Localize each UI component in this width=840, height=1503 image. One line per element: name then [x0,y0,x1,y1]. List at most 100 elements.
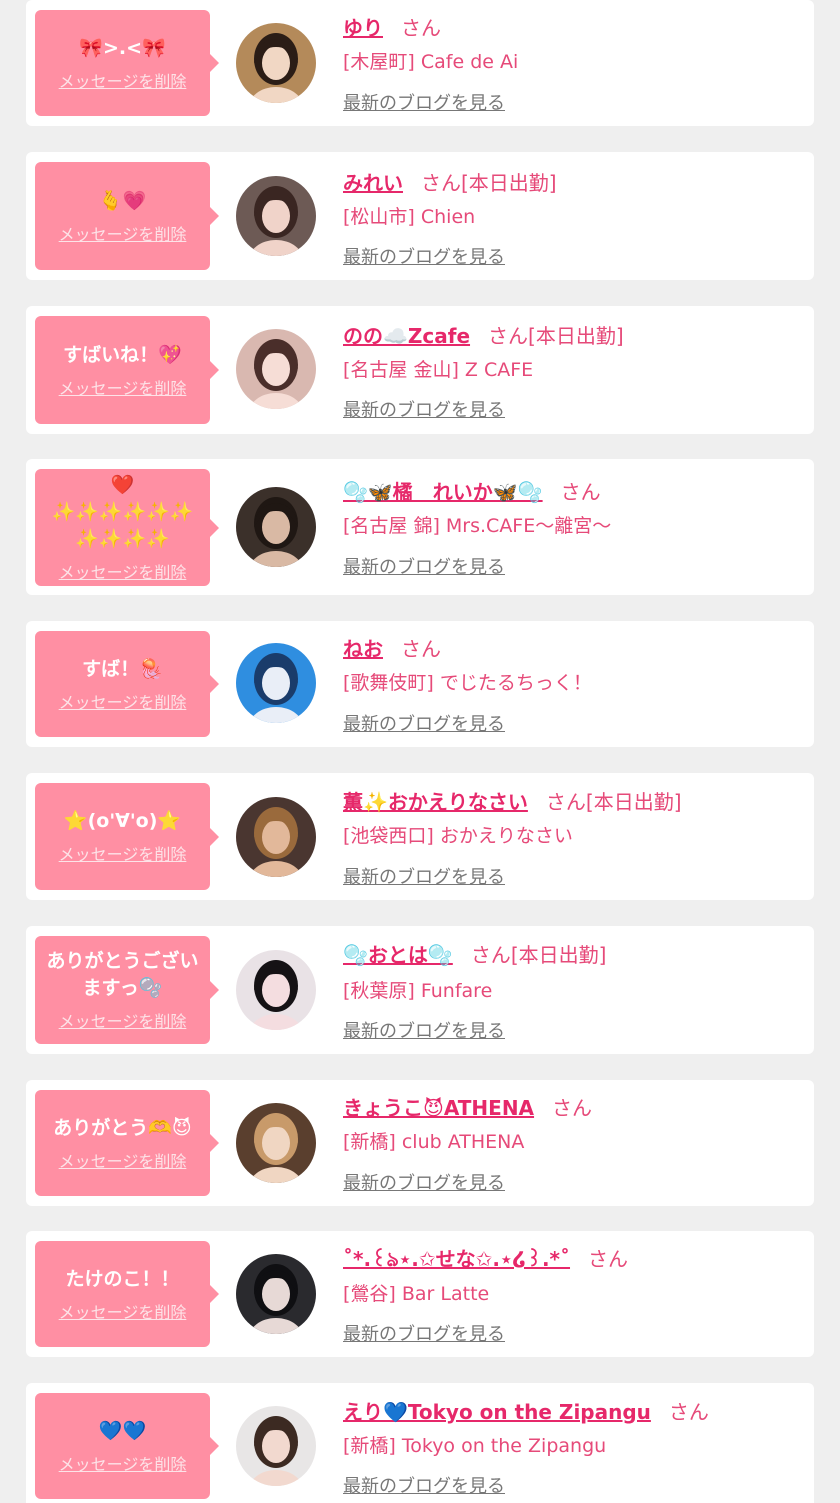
message-list: 🎀>.<🎀 メッセージを削除 ゆりさん [木屋町] Cafe de Ai 最新のブログを… [0,0,840,1503]
delete-message-link[interactable]: メッセージを削除 [59,689,187,713]
cast-name-line: 🫧🦋橘 れいか🦋🫧 さん [343,476,601,505]
shop-label: [木屋町] Cafe de Ai [343,51,519,73]
latest-blog-link[interactable]: 最新のブログを見る [343,1169,505,1195]
message-bubble: ❤️ ✨✨✨✨✨✨ ✨✨✨✨ メッセージを削除 [35,469,219,586]
honorific-label: さん [421,171,461,195]
cast-name-line: みれい さん[本日出勤] [343,167,557,196]
latest-blog-link[interactable]: 最新のブログを見る [343,710,505,736]
honorific-label: さん [401,637,441,661]
latest-blog-link[interactable]: 最新のブログを見る [343,863,505,889]
delete-message-link[interactable]: メッセージを削除 [59,68,187,92]
message-card: ⭐(o'∀'o)⭐ メッセージを削除 薫✨おかえりなさい さん[本日出勤] [池袋西口]… [26,773,814,900]
latest-blog-link[interactable]: 最新のブログを見る [343,89,505,115]
delete-message-link[interactable]: メッセージを削除 [59,1299,187,1323]
working-today-badge: [本日出勤] [461,171,557,195]
latest-blog-link[interactable]: 最新のブログを見る [343,1320,505,1346]
girl-photo-avatar[interactable] [236,329,316,409]
message-text: 🫰💗 [98,189,147,212]
delete-message-link[interactable]: メッセージを削除 [59,375,187,399]
latest-blog-link[interactable]: 最新のブログを見る [343,553,505,579]
message-bubble: ありがとうござい ますっ🫧 メッセージを削除 [35,936,219,1044]
shop-label: [名古屋 金山] Z CAFE [343,359,534,381]
honorific-label: さん [552,1096,593,1120]
message-text: ありがとうござい ますっ🫧 [46,950,199,999]
cast-name-link[interactable]: 🫧🦋橘 れいか🦋🫧 [343,480,543,504]
avatar-image [236,176,316,256]
honorific-label: さん [470,943,511,967]
cast-name-link[interactable]: のの☁️Zcafe [343,324,470,348]
working-today-badge: [本日出勤] [510,943,607,967]
shop-label: [歌舞伎町] でじたるちっく！ [343,672,592,694]
shop-label: [池袋西口] おかえりなさい [343,825,573,847]
message-bubble: ありがとう🫶😈 メッセージを削除 [35,1090,219,1196]
avatar-image [236,950,316,1030]
cast-name-line: きょうこ😈ATHENA さん [343,1092,592,1121]
delete-message-link[interactable]: メッセージを削除 [59,1008,187,1032]
cast-name-link[interactable]: 薫✨おかえりなさい [343,790,528,814]
avatar-image [236,23,316,103]
shop-label: [松山市] Chien [343,206,476,228]
latest-blog-link[interactable]: 最新のブログを見る [343,1017,505,1043]
delete-message-link[interactable]: メッセージを削除 [59,559,187,583]
message-card: 🎀>.<🎀 メッセージを削除 ゆり さん [木屋町] Cafe de Ai 最新のブログを… [26,0,814,126]
shop-label: [秋葉原] Funfare [343,980,493,1002]
honorific-label: さん [488,324,529,348]
delete-message-link[interactable]: メッセージを削除 [59,221,187,245]
girl-photo-avatar[interactable] [236,950,316,1030]
message-bubble: すば！🪼 メッセージを削除 [35,631,219,737]
cast-name-line: 薫✨おかえりなさい さん[本日出勤] [343,786,682,815]
message-text: ありがとう🫶😈 [53,1116,192,1139]
honorific-label: さん [668,1400,709,1424]
girl-photo-avatar[interactable] [236,1406,316,1486]
cast-name-link[interactable]: ˚*.꒰ঌ⋆.✩せな✩.⋆໒꒱.*˚ [343,1247,570,1271]
cast-name-line: えり💙Tokyo on the Zipangu さん [343,1396,709,1425]
cast-name-link[interactable]: きょうこ😈ATHENA [343,1096,534,1120]
message-card: たけのこ！！ メッセージを削除 ˚*.꒰ঌ⋆.✩せな✩.⋆໒꒱.*˚ さん [鶯谷] B… [26,1231,814,1357]
girl-photo-avatar[interactable] [236,1103,316,1183]
honorific-label: さん [588,1247,629,1271]
avatar-image [236,643,316,723]
cast-name-link[interactable]: ねお [343,637,383,661]
message-bubble: すばいね！💖 メッセージを削除 [35,316,219,424]
cast-name-link[interactable]: えり💙Tokyo on the Zipangu [343,1400,651,1424]
message-text: 💙💙 [98,1419,147,1442]
delete-message-link[interactable]: メッセージを削除 [59,841,187,865]
cast-name-link[interactable]: ゆり [343,16,383,40]
cast-name-link[interactable]: みれい [343,171,403,195]
message-card: 💙💙 メッセージを削除 えり💙Tokyo on the Zipangu さん [新橋] … [26,1383,814,1503]
message-bubble: ⭐(o'∀'o)⭐ メッセージを削除 [35,783,219,890]
message-text: たけのこ！！ [65,1267,180,1290]
latest-blog-link[interactable]: 最新のブログを見る [343,243,505,269]
message-bubble: 🎀>.<🎀 メッセージを削除 [35,10,219,116]
honorific-label: さん [560,480,601,504]
avatar-image [236,487,316,567]
girl-photo-avatar[interactable] [236,643,316,723]
avatar-image [236,1103,316,1183]
girl-photo-avatar[interactable] [236,176,316,256]
avatar-image [236,1254,316,1334]
message-text: すばいね！💖 [63,343,182,366]
avatar-image [236,329,316,409]
message-bubble: 🫰💗 メッセージを削除 [35,162,219,270]
cast-name-line: ねお さん [343,633,441,662]
delete-message-link[interactable]: メッセージを削除 [59,1148,187,1172]
shop-label: [新橋] Tokyo on the Zipangu [343,1435,607,1457]
shop-label: [鶯谷] Bar Latte [343,1283,490,1305]
cast-name-link[interactable]: 🫧おとは🫧 [343,943,453,967]
message-card: ありがとうござい ますっ🫧 メッセージを削除 🫧おとは🫧 さん[本日出勤] [秋葉原] F… [26,926,814,1054]
girl-photo-avatar[interactable] [236,23,316,103]
girl-photo-avatar[interactable] [236,487,316,567]
girl-photo-avatar[interactable] [236,797,316,877]
avatar-image [236,797,316,877]
latest-blog-link[interactable]: 最新のブログを見る [343,396,505,422]
shop-label: [名古屋 錦] Mrs.CAFE〜離宮〜 [343,515,612,537]
latest-blog-link[interactable]: 最新のブログを見る [343,1472,505,1498]
girl-photo-avatar[interactable] [236,1254,316,1334]
cast-name-line: ˚*.꒰ঌ⋆.✩せな✩.⋆໒꒱.*˚ さん [343,1243,628,1278]
working-today-badge: [本日出勤] [585,790,682,814]
message-bubble: たけのこ！！ メッセージを削除 [35,1241,219,1347]
working-today-badge: [本日出勤] [528,324,624,348]
delete-message-link[interactable]: メッセージを削除 [59,1451,187,1475]
message-card: すばいね！💖 メッセージを削除 のの☁️Zcafe さん[本日出勤] [名古屋 金山] … [26,306,814,434]
message-card: ありがとう🫶😈 メッセージを削除 きょうこ😈ATHENA さん [新橋] club AT… [26,1080,814,1206]
